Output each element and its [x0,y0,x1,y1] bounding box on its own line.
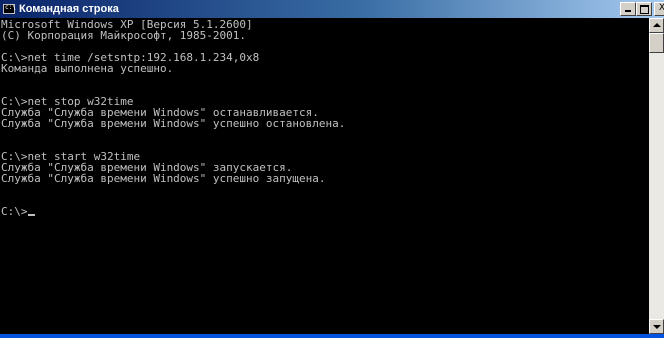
window-controls: X [620,2,664,16]
text-cursor [27,214,35,216]
window-title: Командная строка [19,3,119,15]
console-prompt: C:\> [1,205,28,218]
console-prompt-line[interactable]: C:\> [1,206,649,217]
minimize-button[interactable] [620,2,636,16]
console-line: (С) Корпорация Майкрософт, 1985-2001. [1,29,247,42]
close-button[interactable]: X [654,2,664,16]
console-text: Microsoft Windows XP [Версия 5.1.2600] (С… [0,18,649,217]
console-output[interactable]: Microsoft Windows XP [Версия 5.1.2600] (С… [0,18,649,334]
command-prompt-window: c:\ Командная строка X Microsoft Windows… [0,0,664,338]
vertical-scrollbar[interactable] [649,18,664,334]
console-icon[interactable]: c:\ [3,4,16,14]
console-icon-label: c:\ [5,4,16,11]
maximize-button[interactable] [636,2,652,16]
console-line: Служба "Служба времени Windows" успешно … [1,117,346,130]
scroll-down-arrow-icon[interactable] [649,319,664,334]
console-line: Команда выполнена успешно. [1,62,174,75]
console-line: Служба "Служба времени Windows" успешно … [1,172,326,185]
title-bar[interactable]: c:\ Командная строка X [0,0,664,18]
scroll-up-arrow-icon[interactable] [649,18,664,33]
scrollbar-thumb[interactable] [649,33,664,53]
